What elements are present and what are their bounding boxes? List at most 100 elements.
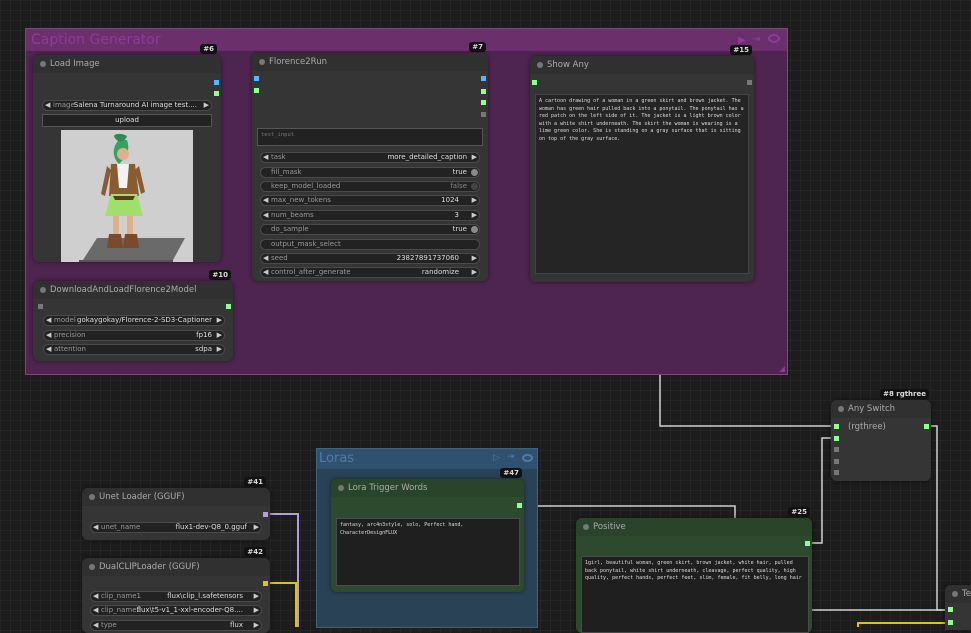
node-any-switch[interactable]: Any Switch (rgthree) #8 rgthree bbox=[831, 389, 931, 481]
arrow-right-icon[interactable]: ▶ bbox=[204, 101, 209, 110]
max-new-tokens-stepper[interactable]: ◀ max_new_tokens 1024 ▶ bbox=[260, 195, 480, 206]
arrow-left-icon[interactable]: ◀ bbox=[93, 621, 98, 630]
positive-prompt-text[interactable]: 1girl, beautiful woman, green skirt, bro… bbox=[581, 556, 809, 633]
node-title[interactable]: Show Any bbox=[530, 56, 754, 74]
arrow-right-icon[interactable]: ▶ bbox=[217, 331, 222, 340]
arrow-left-icon[interactable]: ◀ bbox=[263, 211, 268, 220]
clip-name1-select[interactable]: ◀ clip_name1 flux\clip_l.safetensors ▶ bbox=[90, 591, 262, 602]
output-socket-model[interactable] bbox=[226, 304, 231, 309]
input-socket-4[interactable] bbox=[834, 459, 839, 464]
input-socket-3[interactable] bbox=[834, 447, 839, 452]
num-beams-stepper[interactable]: ◀ num_beams 3 ▶ bbox=[260, 210, 480, 221]
keep-model-loaded-toggle[interactable]: keep_model_loaded false bbox=[260, 181, 480, 192]
resize-handle-icon[interactable] bbox=[779, 366, 785, 372]
collapse-dot-icon[interactable] bbox=[89, 494, 95, 500]
output-socket-image[interactable] bbox=[481, 76, 486, 81]
arrow-right-icon[interactable]: ▶ bbox=[472, 211, 477, 220]
upload-button[interactable]: upload bbox=[42, 114, 212, 127]
input-socket-2[interactable] bbox=[948, 620, 953, 625]
arrow-right-icon[interactable]: ▶ bbox=[254, 621, 259, 630]
collapse-dot-icon[interactable] bbox=[583, 524, 589, 530]
eye-icon[interactable] bbox=[522, 454, 533, 462]
unet-name-select[interactable]: ◀ unet_name flux1-dev-Q8_0.gguf ▶ bbox=[90, 522, 262, 533]
node-title[interactable]: Load Image bbox=[33, 55, 221, 73]
control-after-generate-select[interactable]: ◀ control_after_generate randomize ▶ bbox=[260, 267, 480, 278]
task-select[interactable]: ◀ task more_detailed_caption ▶ bbox=[260, 152, 480, 163]
output-socket-image[interactable] bbox=[214, 80, 219, 85]
image-select[interactable]: ◀ image Salena Turnaround AI image test.… bbox=[42, 100, 212, 111]
output-socket-any[interactable] bbox=[747, 80, 752, 85]
output-socket-clip[interactable] bbox=[263, 581, 268, 586]
input-socket-image[interactable] bbox=[254, 76, 259, 81]
arrow-left-icon[interactable]: ◀ bbox=[263, 254, 268, 263]
node-title[interactable]: Any Switch (rgthree) bbox=[831, 400, 931, 432]
arrow-left-icon[interactable]: ◀ bbox=[93, 606, 98, 615]
output-mask-select-field[interactable]: output_mask_select bbox=[260, 239, 480, 250]
output-socket-string[interactable] bbox=[805, 541, 810, 546]
input-socket-model[interactable] bbox=[254, 88, 259, 93]
arrow-left-icon[interactable]: ◀ bbox=[93, 592, 98, 601]
node-unet-loader[interactable]: Unet Loader (GGUF) #41 ◀ unet_name flux1… bbox=[82, 477, 270, 540]
do-sample-toggle[interactable]: do_sample true bbox=[260, 224, 480, 235]
collapse-dot-icon[interactable] bbox=[40, 61, 46, 67]
precision-select[interactable]: ◀ precision fp16 ▶ bbox=[43, 330, 225, 341]
node-title[interactable]: Florence2Run bbox=[252, 53, 488, 71]
clip-name2-select[interactable]: ◀ clip_name2 flux\t5-v1_1-xxl-encoder-Q8… bbox=[90, 605, 262, 616]
output-socket-any[interactable] bbox=[924, 424, 929, 429]
arrow-right-icon[interactable]: ▶ bbox=[472, 268, 477, 277]
collapse-dot-icon[interactable] bbox=[952, 591, 958, 597]
arrow-left-icon[interactable]: ◀ bbox=[46, 331, 51, 340]
output-socket-mask[interactable] bbox=[214, 91, 219, 96]
arrow-right-icon[interactable]: ▶ bbox=[472, 196, 477, 205]
input-socket-1[interactable] bbox=[948, 607, 953, 612]
arrow-left-icon[interactable]: ◀ bbox=[263, 196, 268, 205]
output-socket-data[interactable] bbox=[481, 112, 486, 117]
arrow-left-icon[interactable]: ◀ bbox=[93, 523, 98, 532]
node-title[interactable]: DualCLIPLoader (GGUF) bbox=[82, 558, 270, 576]
node-download-florence2[interactable]: DownloadAndLoadFlorence2Model #10 ◀ mode… bbox=[33, 270, 233, 361]
node-title[interactable]: Te bbox=[945, 585, 971, 603]
collapse-dot-icon[interactable] bbox=[838, 406, 844, 412]
caption-output-text[interactable]: A cartoon drawing of a woman in a green … bbox=[535, 94, 749, 274]
output-socket-string[interactable] bbox=[517, 503, 522, 508]
collapse-dot-icon[interactable] bbox=[40, 287, 46, 293]
arrow-left-icon[interactable]: ◀ bbox=[46, 316, 51, 325]
arrow-right-icon[interactable]: ▶ bbox=[217, 345, 222, 354]
arrow-left-icon[interactable]: ◀ bbox=[46, 345, 51, 354]
arrow-left-icon[interactable]: ◀ bbox=[45, 101, 50, 110]
seed-stepper[interactable]: ◀ seed 238278917370​60 ▶ bbox=[260, 253, 480, 264]
input-socket-5[interactable] bbox=[834, 470, 839, 475]
type-select[interactable]: ◀ type flux ▶ bbox=[90, 620, 262, 631]
bypass-icon[interactable]: ⇥ bbox=[507, 452, 515, 462]
lora-trigger-text[interactable]: fantasy, arc4n3style, solo, Perfect hand… bbox=[336, 518, 520, 586]
node-show-any[interactable]: Show Any #15 A cartoon drawing of a woma… bbox=[530, 45, 754, 282]
bypass-icon[interactable]: ⇥ bbox=[752, 34, 760, 45]
arrow-right-icon[interactable]: ▶ bbox=[472, 254, 477, 263]
fill-mask-toggle[interactable]: fill_mask true bbox=[260, 167, 480, 178]
node-text-partial[interactable]: Te bbox=[945, 585, 971, 630]
output-socket-model[interactable] bbox=[263, 512, 268, 517]
node-title[interactable]: Unet Loader (GGUF) bbox=[82, 488, 270, 506]
node-title[interactable]: Lora Trigger Words bbox=[331, 479, 524, 497]
arrow-left-icon[interactable]: ◀ bbox=[263, 153, 268, 162]
model-select[interactable]: ◀ model gokaygokay/Florence-2-SD3-Captio… bbox=[43, 315, 225, 326]
node-positive[interactable]: Positive #25 1girl, beautiful woman, gre… bbox=[576, 507, 812, 633]
node-florence2run[interactable]: Florence2Run #7 text_input ◀ task more_d… bbox=[252, 42, 488, 281]
input-socket[interactable] bbox=[38, 304, 43, 309]
node-load-image[interactable]: Load Image #6 ◀ image Salena Turnaround … bbox=[33, 44, 221, 262]
output-socket-caption[interactable] bbox=[481, 100, 486, 105]
input-socket-1[interactable] bbox=[834, 424, 839, 429]
play-icon[interactable]: ▷ bbox=[493, 453, 500, 463]
input-socket-2[interactable] bbox=[834, 436, 839, 441]
arrow-left-icon[interactable]: ◀ bbox=[263, 268, 268, 277]
attention-select[interactable]: ◀ attention sdpa ▶ bbox=[43, 344, 225, 355]
node-title[interactable]: DownloadAndLoadFlorence2Model bbox=[33, 281, 233, 299]
arrow-right-icon[interactable]: ▶ bbox=[254, 523, 259, 532]
node-lora-trigger-words[interactable]: Lora Trigger Words #47 fantasy, arc4n3st… bbox=[331, 468, 524, 592]
collapse-dot-icon[interactable] bbox=[537, 62, 543, 68]
arrow-right-icon[interactable]: ▶ bbox=[254, 606, 259, 615]
output-socket-mask[interactable] bbox=[481, 89, 486, 94]
input-socket-any[interactable] bbox=[532, 80, 537, 85]
collapse-dot-icon[interactable] bbox=[338, 485, 344, 491]
eye-icon[interactable] bbox=[768, 34, 780, 43]
